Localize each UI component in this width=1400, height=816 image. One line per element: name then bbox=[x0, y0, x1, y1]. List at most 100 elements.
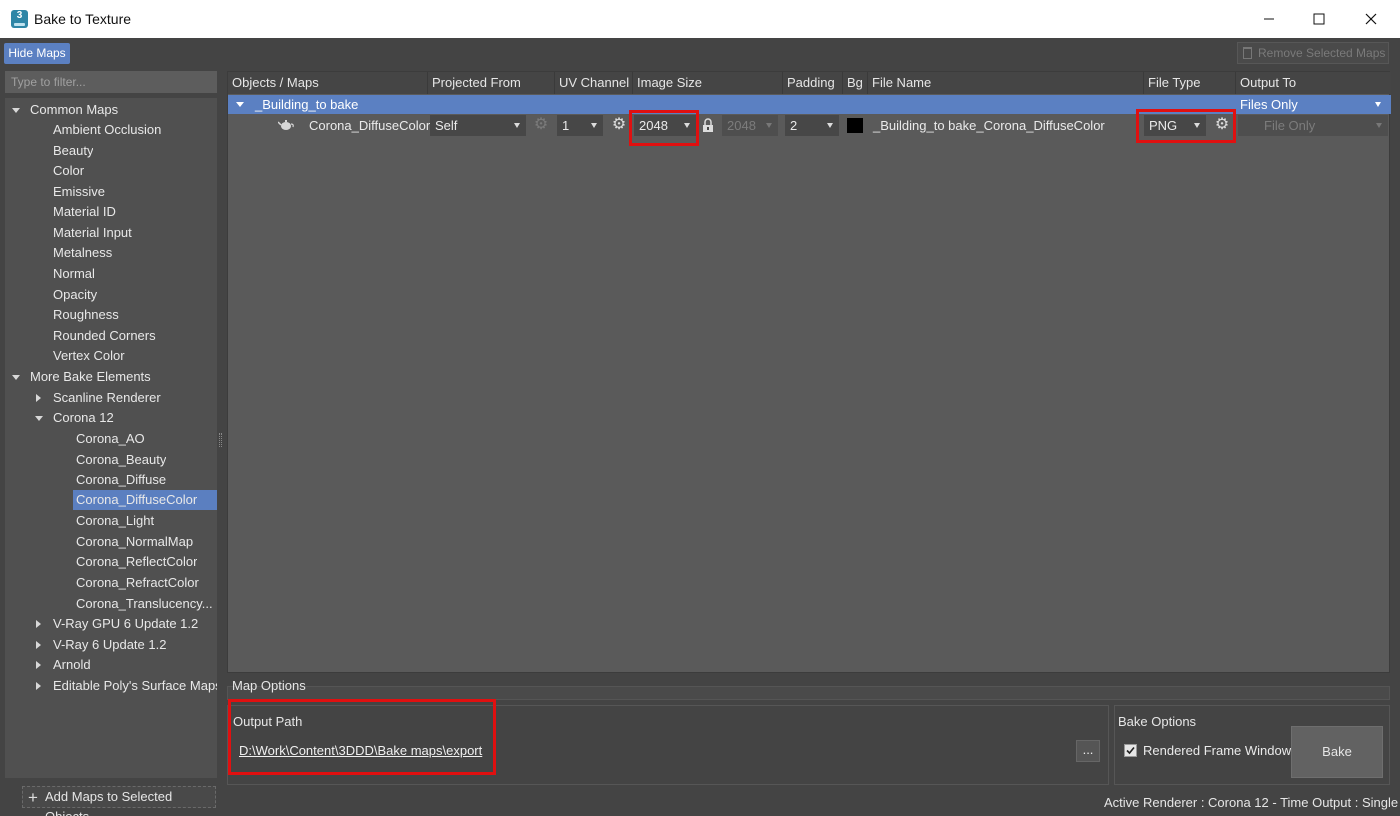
tree-group-label: Common Maps bbox=[30, 102, 119, 117]
bake-button[interactable]: Bake bbox=[1291, 726, 1383, 778]
tree-item[interactable]: Corona_AO bbox=[76, 429, 145, 449]
expand-arrow-icon[interactable] bbox=[35, 416, 43, 421]
tree-group-arnold[interactable]: Arnold bbox=[5, 655, 217, 675]
tree-group-scanline-renderer[interactable]: Scanline Renderer bbox=[5, 388, 217, 408]
padding-dropdown[interactable]: 2 bbox=[785, 115, 839, 136]
projected-from-dropdown[interactable]: Self bbox=[430, 115, 526, 136]
expand-arrow-icon[interactable] bbox=[12, 375, 20, 380]
projection-settings-gear-icon[interactable]: ⚙ bbox=[533, 117, 549, 133]
object-output-to[interactable]: Files Only bbox=[1240, 95, 1298, 114]
add-maps-button[interactable]: + Add Maps to Selected Objects bbox=[22, 786, 216, 816]
uv-channel-dropdown[interactable]: 1 bbox=[557, 115, 603, 136]
tree-group-corona[interactable]: Corona 12 bbox=[5, 408, 217, 428]
tree-item[interactable]: Rounded Corners bbox=[53, 326, 156, 346]
tree-group-label: V-Ray 6 Update 1.2 bbox=[53, 637, 167, 652]
collapse-arrow-icon[interactable] bbox=[36, 620, 41, 628]
column-header-file-type[interactable]: File Type bbox=[1144, 72, 1236, 94]
tree-item-selected[interactable]: Corona_DiffuseColor bbox=[73, 490, 217, 510]
tree-item[interactable]: Corona_Translucency... bbox=[76, 594, 212, 614]
column-header-padding[interactable]: Padding bbox=[783, 72, 843, 94]
file-type-highlight bbox=[1136, 109, 1236, 143]
map-options-bar[interactable] bbox=[227, 686, 1390, 700]
tree-group-label: Corona 12 bbox=[53, 410, 114, 425]
column-header-uv-channel[interactable]: UV Channel bbox=[555, 72, 633, 94]
window-title: Bake to Texture bbox=[34, 11, 132, 27]
tree-item[interactable]: Normal bbox=[53, 264, 95, 284]
filter-input[interactable] bbox=[5, 71, 217, 93]
tree-group-editable-poly[interactable]: Editable Poly's Surface Maps bbox=[5, 676, 217, 696]
tree-item[interactable]: Material ID bbox=[53, 202, 116, 222]
checkmark-icon bbox=[1126, 746, 1135, 755]
bake-options-label: Bake Options bbox=[1118, 714, 1197, 729]
lock-icon[interactable] bbox=[702, 118, 714, 133]
tree-item[interactable]: Ambient Occlusion bbox=[53, 120, 161, 140]
maps-tree[interactable]: Common Maps Ambient Occlusion Beauty Col… bbox=[5, 98, 217, 778]
title-bar: 3 Bake to Texture bbox=[0, 0, 1400, 38]
tree-item[interactable]: Corona_Light bbox=[76, 511, 154, 531]
column-header-image-size[interactable]: Image Size bbox=[633, 72, 783, 94]
tree-item[interactable]: Vertex Color bbox=[53, 346, 125, 366]
chevron-down-icon bbox=[766, 123, 772, 128]
column-header-output-to[interactable]: Output To bbox=[1236, 72, 1391, 94]
tree-item[interactable]: Material Input bbox=[53, 223, 132, 243]
hide-maps-button[interactable]: Hide Maps bbox=[4, 43, 70, 64]
tree-item[interactable]: Emissive bbox=[53, 182, 105, 202]
status-bar-text: Active Renderer : Corona 12 - Time Outpu… bbox=[1104, 795, 1399, 810]
bg-color-swatch[interactable] bbox=[847, 118, 863, 133]
tree-item[interactable]: Metalness bbox=[53, 243, 112, 263]
tree-item[interactable]: Roughness bbox=[53, 305, 119, 325]
trash-icon bbox=[1243, 47, 1252, 59]
tree-item[interactable]: Color bbox=[53, 161, 84, 181]
projected-from-value: Self bbox=[435, 118, 458, 133]
tree-group-vray[interactable]: V-Ray 6 Update 1.2 bbox=[5, 635, 217, 655]
tree-group-label: More Bake Elements bbox=[30, 369, 151, 384]
tree-group-vray-gpu[interactable]: V-Ray GPU 6 Update 1.2 bbox=[5, 614, 217, 634]
image-height-dropdown: 2048 bbox=[722, 115, 778, 136]
object-name: _Building_to bake bbox=[255, 97, 359, 112]
tree-group-common-maps[interactable]: Common Maps bbox=[5, 100, 217, 120]
output-path-highlight bbox=[228, 699, 496, 775]
chevron-down-icon bbox=[514, 123, 520, 128]
column-header-file-name[interactable]: File Name bbox=[868, 72, 1144, 94]
collapse-arrow-icon[interactable] bbox=[36, 641, 41, 649]
remove-selected-maps-button[interactable]: Remove Selected Maps bbox=[1237, 42, 1389, 64]
maximize-button[interactable] bbox=[1296, 0, 1342, 38]
browse-button[interactable]: ... bbox=[1076, 740, 1100, 762]
app-icon: 3 bbox=[11, 10, 28, 28]
chevron-down-icon bbox=[1376, 123, 1382, 128]
collapse-arrow-icon[interactable] bbox=[36, 394, 41, 402]
tree-item[interactable]: Corona_Diffuse bbox=[76, 470, 166, 490]
uv-channel-value: 1 bbox=[562, 118, 570, 133]
column-header-objects[interactable]: Objects / Maps bbox=[228, 72, 428, 94]
rendered-frame-window-checkbox[interactable] bbox=[1124, 744, 1137, 757]
tree-item[interactable]: Opacity bbox=[53, 285, 97, 305]
panel-splitter-handle[interactable] bbox=[219, 433, 222, 447]
expand-arrow-icon[interactable] bbox=[12, 108, 20, 113]
remove-selected-maps-label: Remove Selected Maps bbox=[1258, 46, 1386, 60]
tree-item[interactable]: Corona_ReflectColor bbox=[76, 552, 197, 572]
chevron-down-icon[interactable] bbox=[1375, 102, 1381, 107]
expand-arrow-icon[interactable] bbox=[236, 102, 244, 107]
chevron-down-icon bbox=[591, 123, 597, 128]
minimize-icon bbox=[1264, 18, 1274, 20]
tree-group-label: V-Ray GPU 6 Update 1.2 bbox=[53, 616, 199, 631]
tree-item[interactable]: Corona_RefractColor bbox=[76, 573, 199, 593]
tree-item[interactable]: Corona_Beauty bbox=[76, 450, 166, 470]
close-icon bbox=[1365, 13, 1377, 25]
collapse-arrow-icon[interactable] bbox=[36, 682, 41, 690]
column-header-projected-from[interactable]: Projected From bbox=[428, 72, 555, 94]
plus-icon: + bbox=[28, 788, 38, 807]
collapse-arrow-icon[interactable] bbox=[36, 661, 41, 669]
uv-settings-gear-icon[interactable]: ⚙ bbox=[611, 117, 627, 133]
tree-group-label: Editable Poly's Surface Maps bbox=[53, 678, 217, 693]
file-name-value[interactable]: _Building_to bake_Corona_DiffuseColor bbox=[873, 115, 1105, 136]
add-maps-label: Add Maps to Selected Objects bbox=[45, 789, 173, 816]
close-button[interactable] bbox=[1348, 0, 1394, 38]
minimize-button[interactable] bbox=[1246, 0, 1292, 38]
rendered-frame-window-label[interactable]: Rendered Frame Window bbox=[1143, 743, 1291, 758]
column-header-bg[interactable]: Bg bbox=[843, 72, 868, 94]
tree-item[interactable]: Beauty bbox=[53, 141, 93, 161]
map-name: Corona_DiffuseColor bbox=[309, 118, 431, 133]
tree-group-more-bake-elements[interactable]: More Bake Elements bbox=[5, 367, 217, 387]
tree-item[interactable]: Corona_NormalMap bbox=[76, 532, 193, 552]
